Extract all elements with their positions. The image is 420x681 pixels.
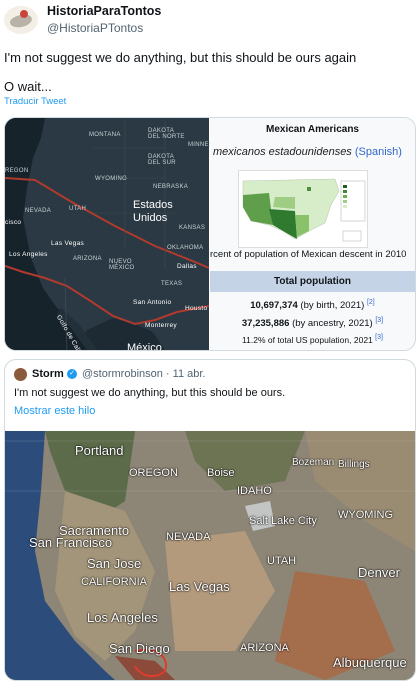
sat-label-san-diego: San Diego <box>109 641 170 656</box>
avatar[interactable] <box>4 6 38 34</box>
reference-link[interactable]: [3] <box>375 317 383 324</box>
sat-label-las-vegas: Las Vegas <box>169 579 230 594</box>
label-nevada: NEVADA <box>25 208 52 214</box>
show-thread-link[interactable]: Mostrar este hilo <box>14 405 95 417</box>
label-utah: UTAH <box>69 206 87 212</box>
quoted-tweet[interactable]: Storm ✓ @stormrobinson · 11 abr. I'm not… <box>4 359 416 681</box>
label-dakota-sur: DAKOTA DEL SUR <box>148 154 176 166</box>
sat-label-bozeman: Bozeman <box>292 457 335 468</box>
label-housto: Housto <box>185 305 208 312</box>
label-wyoming: WYOMING <box>95 176 128 182</box>
sat-label-arizona: ARIZONA <box>240 642 289 654</box>
quoted-avatar[interactable] <box>14 368 27 381</box>
tweet-text-line-2: O wait... <box>4 79 52 94</box>
population-map-shapes <box>242 178 366 242</box>
tweet-text-line-1: I'm not suggest we do anything, but this… <box>4 50 357 65</box>
infobox-native-name: mexicanos estadounidenses (Spanish) <box>213 146 402 158</box>
quoted-handle-date[interactable]: @stormrobinson · 11 abr. <box>82 368 205 380</box>
population-note: (by ancestry, 2021) <box>292 318 373 330</box>
label-nuevo-mexico: NUEVO MÉXICO <box>109 259 135 271</box>
sat-label-oregon: OREGON <box>129 467 178 479</box>
label-estados-unidos: Estados Unidos <box>133 199 173 224</box>
native-name-text: mexicanos estadounidenses <box>213 146 352 158</box>
satellite-map-image[interactable]: Portland OREGON Boise Bozeman Billings I… <box>5 431 415 680</box>
population-row-ancestry: 37,235,886 (by ancestry, 2021) [3] <box>210 317 415 329</box>
sat-label-idaho: IDAHO <box>237 485 272 497</box>
population-map <box>238 170 368 248</box>
label-texas: TEXAS <box>161 281 183 287</box>
population-row-birth: 10,697,374 (by birth, 2021) [2] <box>210 299 415 311</box>
sat-label-billings: Billings <box>338 459 370 470</box>
infobox-title: Mexican Americans <box>265 124 359 135</box>
check-badge-icon: ✓ <box>67 369 77 379</box>
sat-label-wyoming: WYOMING <box>338 509 393 521</box>
label-dakota-norte: DAKOTA DEL NORTE <box>148 128 185 140</box>
population-value: 37,235,886 <box>241 318 290 330</box>
sat-label-san-francisco: San Francisco <box>29 535 113 550</box>
quoted-text: I'm not suggest we do anything, but this… <box>14 387 286 399</box>
label-las-vegas: Las Vegas <box>51 240 85 247</box>
label-san-antonio: San Antonio <box>133 299 172 306</box>
reference-link[interactable]: [2] <box>367 299 375 306</box>
map-caption: rcent of population of Mexican descent i… <box>210 249 407 260</box>
sat-label-california: CALIFORNIA <box>81 576 148 588</box>
label-cisco: cisco <box>5 219 22 226</box>
user-handle[interactable]: @HistoriaPTontos <box>47 21 143 35</box>
tweet-header: HistoriaParaTontos @HistoriaPTontos <box>0 0 420 40</box>
label-montana: MONTANA <box>89 132 121 138</box>
quoted-display-name[interactable]: Storm <box>32 368 64 380</box>
display-name[interactable]: HistoriaParaTontos <box>47 4 161 18</box>
dark-map-shapes <box>5 118 209 350</box>
label-regon: REGON <box>5 168 29 174</box>
sat-label-boise: Boise <box>207 467 235 479</box>
label-los-angeles: Los Angeles <box>9 251 48 258</box>
language-link: (Spanish) <box>354 146 402 158</box>
label-monterrey: Monterrey <box>145 322 177 329</box>
dark-map-image[interactable]: DAKOTA DEL NORTE MONTANA MINNES DAKOTA DEL… <box>5 118 213 351</box>
sat-label-san-jose: San Jose <box>87 556 142 571</box>
label-oklahoma: OKLAHOMA <box>167 245 204 251</box>
label-dallas: Dallas <box>177 263 197 270</box>
label-nebraska: NEBRASKA <box>153 184 189 190</box>
population-note: (by birth, 2021) <box>300 300 365 312</box>
sat-label-los-angeles: Los Angeles <box>87 610 158 625</box>
sat-label-denver: Denver <box>358 565 400 580</box>
label-arizona: ARIZONA <box>73 256 102 262</box>
label-mexico: México <box>127 342 162 351</box>
translate-tweet-link[interactable]: Traducir Tweet <box>4 96 66 107</box>
reference-link[interactable]: [3] <box>375 334 383 341</box>
sat-label-utah: UTAH <box>267 555 297 567</box>
wikipedia-infobox-image[interactable]: Mexican Americans mexicanos estadouniden… <box>210 118 415 350</box>
sat-label-nevada: NEVADA <box>166 531 211 543</box>
sat-label-albuquerque: Albuquerque <box>333 655 407 670</box>
tweet-media[interactable]: DAKOTA DEL NORTE MONTANA MINNES DAKOTA DEL… <box>4 117 416 351</box>
sat-label-salt-lake-city: Salt Lake City <box>249 515 317 527</box>
population-value: 10,697,374 <box>250 300 298 312</box>
population-note: 11.2% of total US population, 2021 <box>242 334 373 345</box>
total-population-header: Total population <box>210 271 415 292</box>
label-kansas: KANSAS <box>179 225 206 231</box>
population-row-percent: 11.2% of total US population, 2021 [3] <box>210 334 415 345</box>
sat-label-portland: Portland <box>75 443 124 458</box>
